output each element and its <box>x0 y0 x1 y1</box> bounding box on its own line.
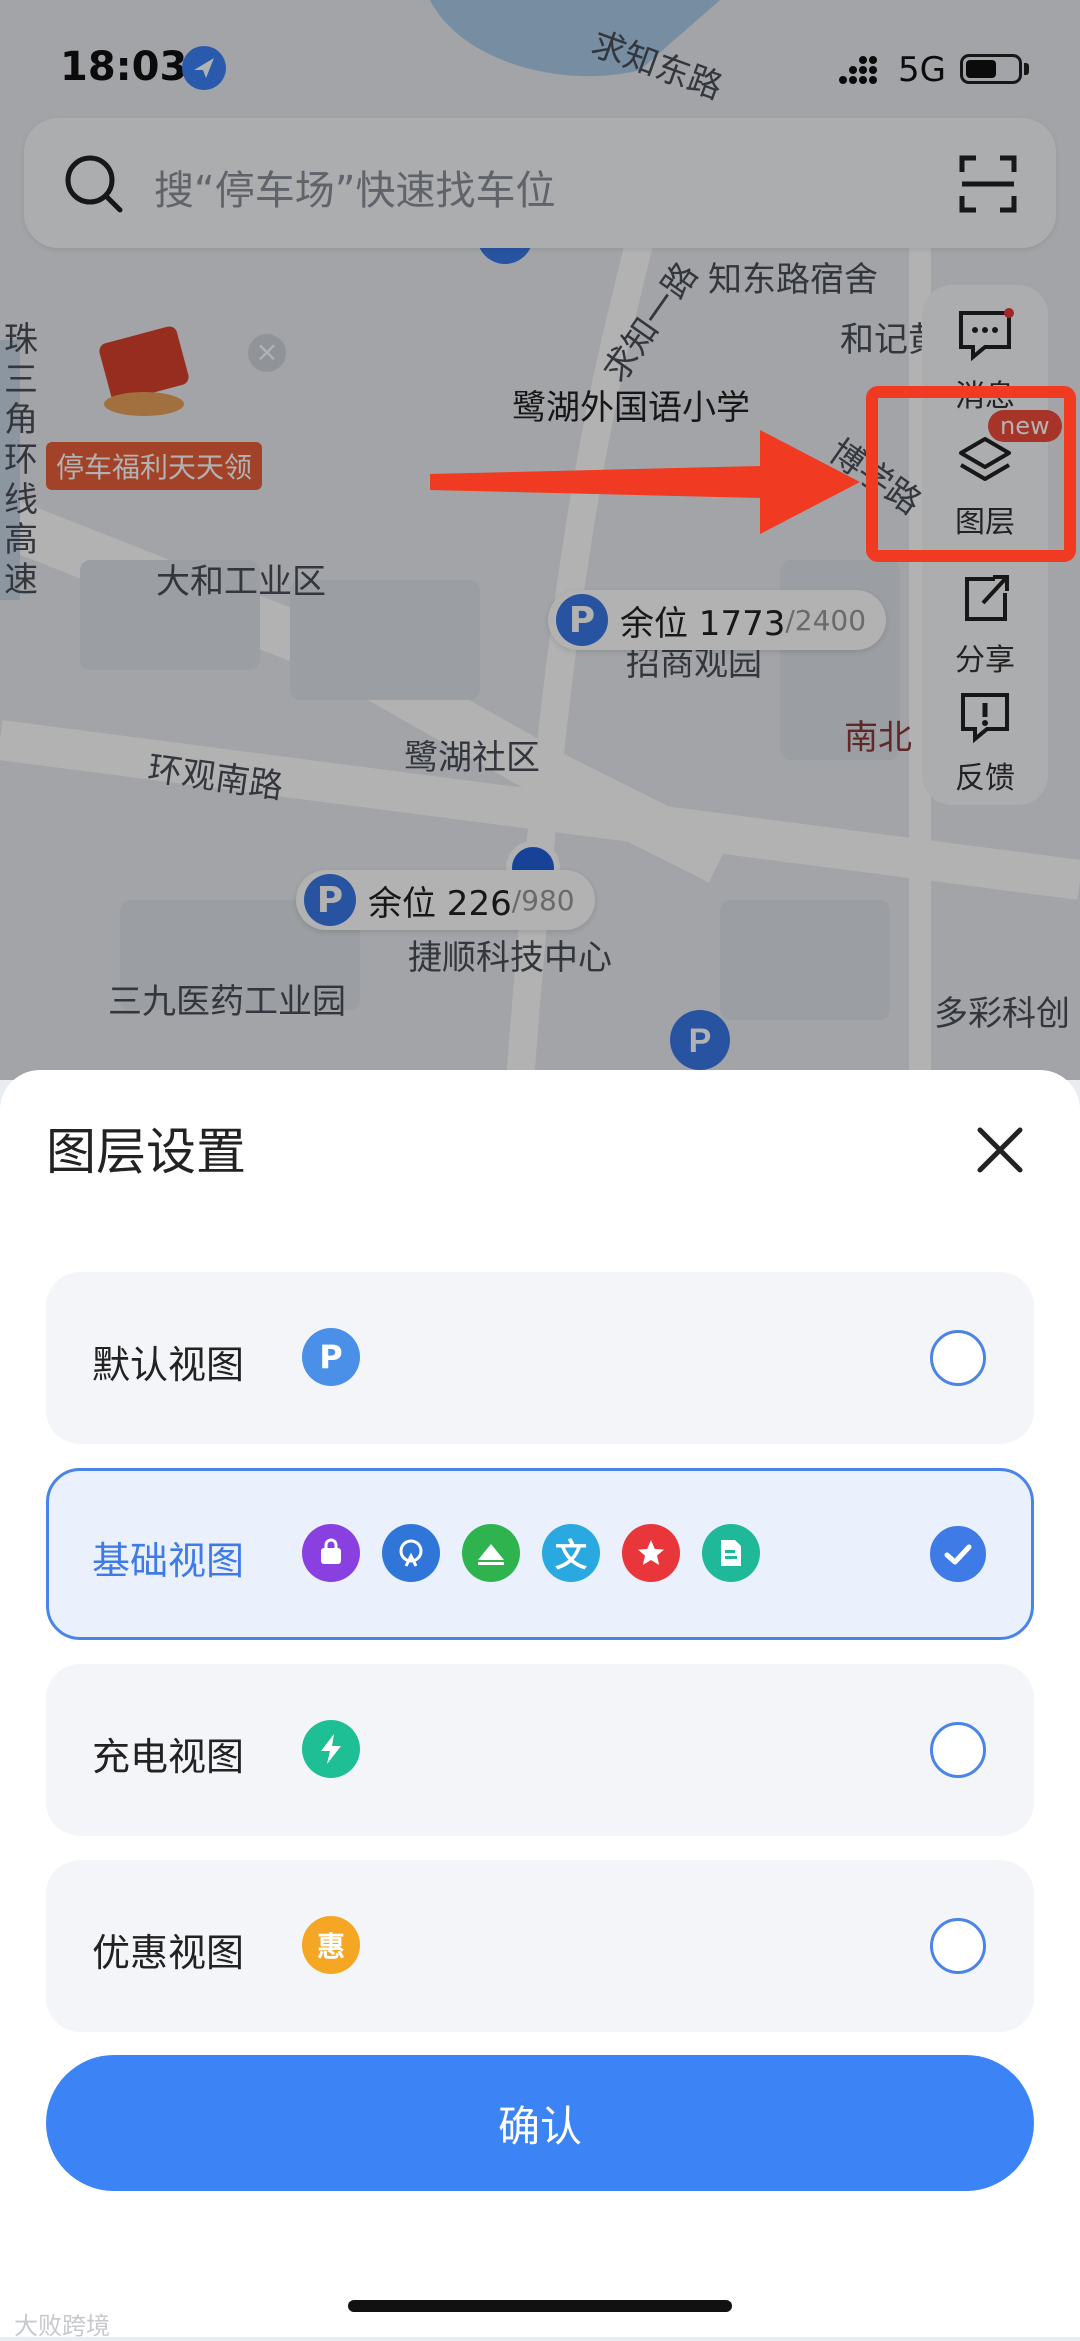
option-name: 基础视图 <box>92 1539 245 1583</box>
metro-station-icon <box>382 1524 440 1582</box>
option-radio-checked[interactable] <box>930 1526 986 1582</box>
watermark: 大败跨境 <box>14 2312 110 2340</box>
parking-icon: P <box>302 1328 360 1386</box>
close-icon <box>977 1127 1023 1173</box>
sheet-title: 图层设置 <box>46 1123 246 1181</box>
layer-option-default[interactable]: 默认视图 P <box>46 1272 1034 1444</box>
layer-settings-sheet: 图层设置 默认视图 P 基础视图 文 充电视图 优惠视图 惠 确认 大败跨境 <box>0 1070 1080 2340</box>
lightning-icon <box>302 1720 360 1778</box>
annotation-arrow <box>430 430 860 534</box>
close-button[interactable] <box>970 1120 1030 1180</box>
culture-icon: 文 <box>542 1524 600 1582</box>
option-radio[interactable] <box>930 1330 986 1386</box>
check-icon <box>944 1544 972 1565</box>
option-name: 优惠视图 <box>92 1931 245 1975</box>
star-icon <box>622 1524 680 1582</box>
confirm-button[interactable]: 确认 <box>46 2055 1034 2191</box>
option-radio[interactable] <box>930 1722 986 1778</box>
layers-highlight-box <box>866 386 1076 562</box>
home-indicator[interactable] <box>348 2300 732 2312</box>
option-radio[interactable] <box>930 1918 986 1974</box>
discount-icon: 惠 <box>302 1916 360 1974</box>
option-name: 默认视图 <box>92 1343 245 1387</box>
document-icon <box>702 1524 760 1582</box>
shopping-bag-icon <box>302 1524 360 1582</box>
layer-option-basic[interactable]: 基础视图 文 <box>46 1468 1034 1640</box>
layer-option-charging[interactable]: 充电视图 <box>46 1664 1034 1836</box>
option-name: 充电视图 <box>92 1735 245 1779</box>
mountain-icon <box>462 1524 520 1582</box>
layer-option-discount[interactable]: 优惠视图 惠 <box>46 1860 1034 2032</box>
